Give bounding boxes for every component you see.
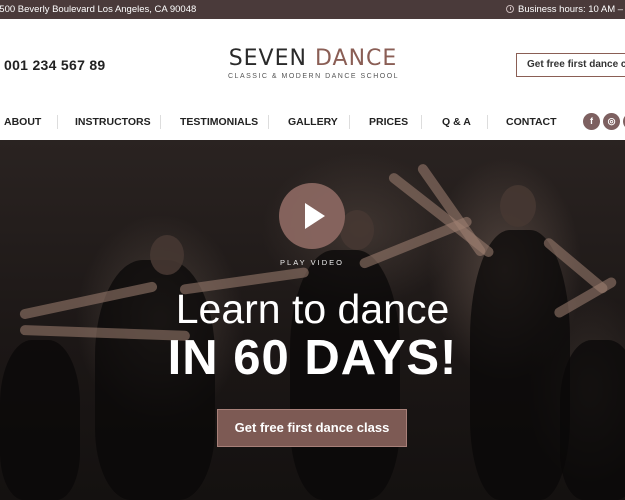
nav-divider: [160, 115, 161, 129]
top-info-bar: 3500 Beverly Boulevard Los Angeles, CA 9…: [0, 0, 625, 19]
hero-headline: Learn to dance: [175, 286, 450, 332]
logo-tagline: CLASSIC & MODERN DANCE SCHOOL: [228, 73, 400, 80]
nav-testimonials[interactable]: TESTIMONIALS: [180, 116, 258, 128]
clock-icon: [506, 5, 514, 13]
main-navigation: ABOUT INSTRUCTORS TESTIMONIALS GALLERY P…: [0, 109, 625, 140]
header-free-class-button[interactable]: Get free first dance class: [516, 53, 625, 77]
site-header: 001 234 567 89 SEVEN DANCE CLASSIC & MOD…: [0, 19, 625, 109]
hero-headline-strong: IN 60 DAYS!: [167, 331, 458, 385]
nav-divider: [487, 115, 488, 129]
dancer-head: [500, 185, 536, 227]
nav-about[interactable]: ABOUT: [4, 116, 41, 128]
logo-wordmark: SEVEN DANCE: [228, 46, 398, 71]
nav-gallery[interactable]: GALLERY: [288, 116, 338, 128]
nav-divider: [349, 115, 350, 129]
dancer-head: [340, 210, 374, 250]
site-logo[interactable]: SEVEN DANCE CLASSIC & MODERN DANCE SCHOO…: [228, 46, 398, 80]
nav-contact[interactable]: CONTACT: [506, 116, 557, 128]
logo-word-seven: SEVEN: [228, 46, 307, 71]
business-hours-text: Business hours: 10 AM – 8 PM: [518, 4, 625, 15]
nav-divider: [268, 115, 269, 129]
nav-prices[interactable]: PRICES: [369, 116, 408, 128]
play-video-label: PLAY VIDEO: [280, 258, 344, 267]
hero-section: PLAY VIDEO Learn to dance IN 60 DAYS! Ge…: [0, 140, 625, 500]
play-video-button[interactable]: [279, 183, 345, 249]
nav-divider: [57, 115, 58, 129]
nav-qa[interactable]: Q & A: [442, 116, 471, 128]
nav-instructors[interactable]: INSTRUCTORS: [75, 116, 151, 128]
instagram-icon[interactable]: ◎: [603, 113, 620, 130]
hero-free-class-button[interactable]: Get free first dance class: [217, 409, 407, 447]
logo-word-dance: DANCE: [314, 46, 398, 71]
address-text: 3500 Beverly Boulevard Los Angeles, CA 9…: [0, 4, 197, 15]
dancer-head: [150, 235, 184, 275]
business-hours: Business hours: 10 AM – 8 PM: [506, 4, 625, 15]
phone-number[interactable]: 001 234 567 89: [4, 57, 106, 73]
nav-divider: [421, 115, 422, 129]
facebook-icon[interactable]: f: [583, 113, 600, 130]
